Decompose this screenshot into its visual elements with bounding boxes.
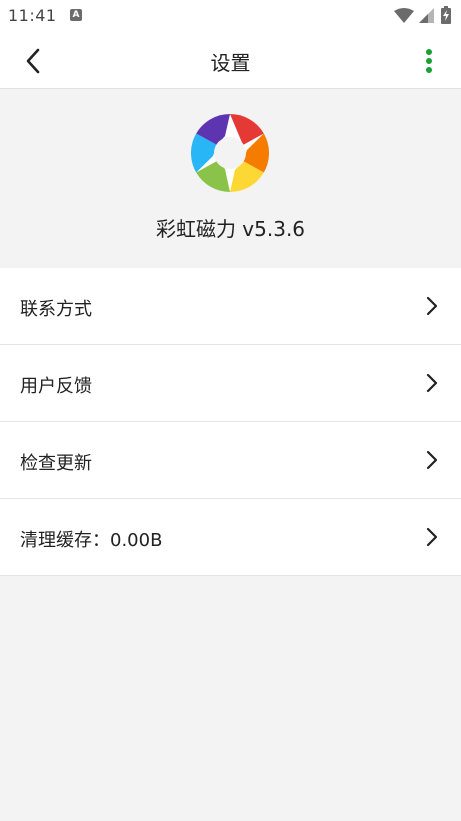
menu-item-label: 联系方式 xyxy=(20,299,92,320)
page-title: 设置 xyxy=(210,51,251,75)
app-info-header: 彩虹磁力 v5.3.6 xyxy=(0,89,461,267)
more-vertical-icon-dot xyxy=(426,67,432,73)
a-icon: A xyxy=(70,9,82,21)
chevron-right-icon xyxy=(426,373,438,393)
signal-icon xyxy=(419,8,434,23)
check-update-menu-item[interactable]: 检查更新 xyxy=(0,422,461,499)
chevron-right-icon xyxy=(426,450,438,470)
clear-cache-menu-item[interactable]: 清理缓存：0.00B xyxy=(0,499,461,576)
chevron-right-icon xyxy=(426,296,438,316)
menu-item-label: 检查更新 xyxy=(20,453,92,474)
battery-charging-icon xyxy=(441,6,451,24)
feedback-menu-item[interactable]: 用户反馈 xyxy=(0,345,461,422)
menu-item-label: 用户反馈 xyxy=(20,376,92,397)
menu-item-label: 清理缓存：0.00B xyxy=(20,530,163,551)
app-bar: 设置 xyxy=(0,32,461,89)
settings-menu-list: 联系方式 用户反馈 检查更新 清理缓存：0.00B xyxy=(0,268,461,576)
more-button[interactable] xyxy=(418,46,440,76)
status-time: 11:41 xyxy=(8,6,57,25)
more-vertical-icon xyxy=(426,49,432,55)
contact-menu-item[interactable]: 联系方式 xyxy=(0,268,461,345)
rainbow-aperture-logo xyxy=(191,114,269,192)
app-name-version: 彩虹磁力 v5.3.6 xyxy=(155,217,306,241)
chevron-right-icon xyxy=(426,527,438,547)
status-bar: 11:41 A xyxy=(0,0,461,32)
more-vertical-icon-dot xyxy=(426,58,432,64)
wifi-icon xyxy=(394,8,414,23)
